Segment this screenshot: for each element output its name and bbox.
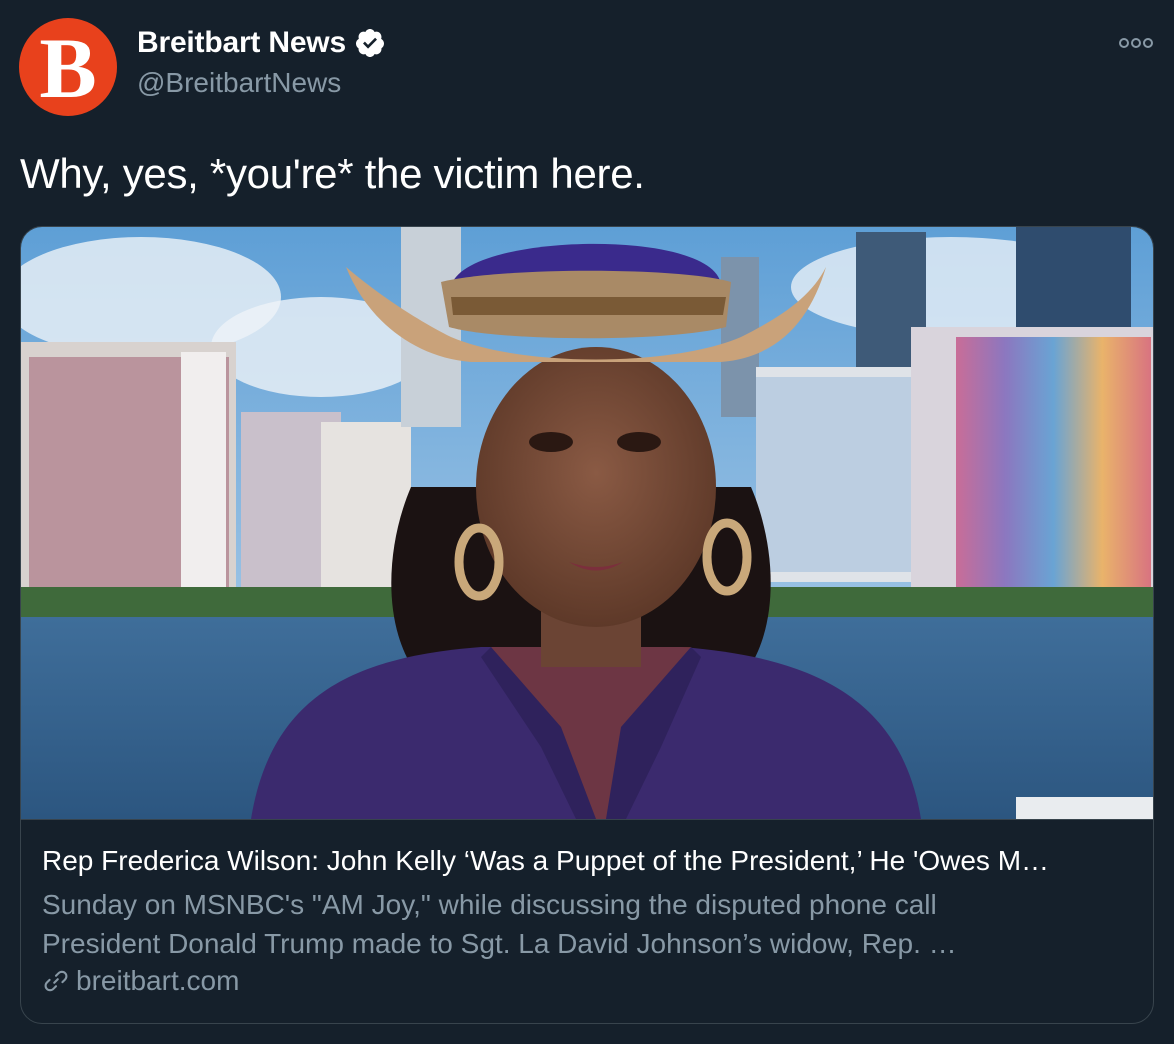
avatar-logo-letter: B: [39, 20, 97, 116]
link-icon: [44, 970, 68, 992]
more-options-icon[interactable]: [1118, 36, 1154, 50]
author-display-name[interactable]: Breitbart News: [137, 26, 346, 60]
card-description-line: Sunday on MSNBC's "AM Joy," while discus…: [42, 889, 937, 920]
card-image[interactable]: [21, 227, 1154, 819]
tweet-text: Why, yes, *you're* the victim here.: [20, 150, 645, 197]
verified-badge-icon: [355, 29, 384, 57]
link-preview-card[interactable]: Rep Frederica Wilson: John Kelly ‘Was a …: [20, 226, 1154, 1024]
tweet[interactable]: B Breitbart News @BreitbartNews Why, yes…: [0, 0, 1174, 1044]
card-domain-link[interactable]: breitbart.com: [42, 965, 239, 997]
card-description-line: President Donald Trump made to Sgt. La D…: [42, 928, 957, 959]
author-name-row: Breitbart News: [137, 26, 386, 60]
card-description: Sunday on MSNBC's "AM Joy," while discus…: [42, 885, 1132, 963]
card-domain[interactable]: breitbart.com: [76, 965, 239, 997]
avatar[interactable]: B: [19, 18, 117, 116]
card-divider: [21, 819, 1153, 820]
card-title[interactable]: Rep Frederica Wilson: John Kelly ‘Was a …: [42, 845, 1132, 877]
author-handle[interactable]: @BreitbartNews: [137, 67, 341, 99]
